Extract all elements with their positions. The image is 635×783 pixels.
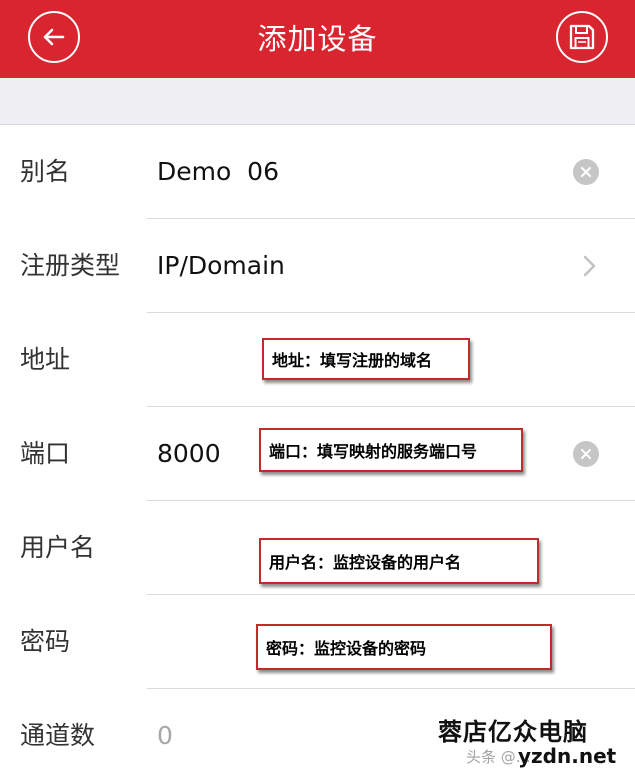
page-title: 添加设备 (257, 22, 378, 56)
register-type-row[interactable]: 注册类型 IP/Domain (0, 219, 635, 313)
watermark-url: yzdn.net (518, 744, 617, 768)
port-annotation: 端口：填写映射的服务端口号 (259, 428, 523, 472)
save-disk-icon (569, 24, 595, 50)
section-spacer (0, 78, 635, 125)
app-header: 添加设备 (0, 0, 635, 78)
alias-label: 别名 (20, 157, 71, 186)
port-label: 端口 (20, 439, 71, 468)
port-field[interactable]: 8000 (157, 407, 221, 501)
alias-row[interactable]: 别名 Demo 06 (0, 125, 635, 219)
clear-icon[interactable] (573, 159, 599, 185)
alias-field[interactable]: Demo 06 (157, 125, 279, 219)
register-type-value: IP/Domain (157, 251, 285, 280)
password-label: 密码 (20, 627, 71, 656)
watermark-logo: 蓉店亿众电脑 (438, 717, 588, 746)
channel-count-field[interactable]: 0 (157, 689, 173, 783)
clear-icon[interactable] (573, 441, 599, 467)
address-label: 地址 (20, 345, 71, 374)
register-type-label: 注册类型 (20, 251, 121, 280)
username-label: 用户名 (20, 533, 96, 562)
password-annotation: 密码：监控设备的密码 (256, 624, 552, 670)
channel-count-label: 通道数 (20, 721, 96, 750)
save-button[interactable] (556, 11, 608, 63)
chevron-right-icon (583, 255, 596, 277)
address-annotation: 地址：填写注册的域名 (262, 338, 470, 380)
username-annotation: 用户名：监控设备的用户名 (259, 538, 539, 584)
